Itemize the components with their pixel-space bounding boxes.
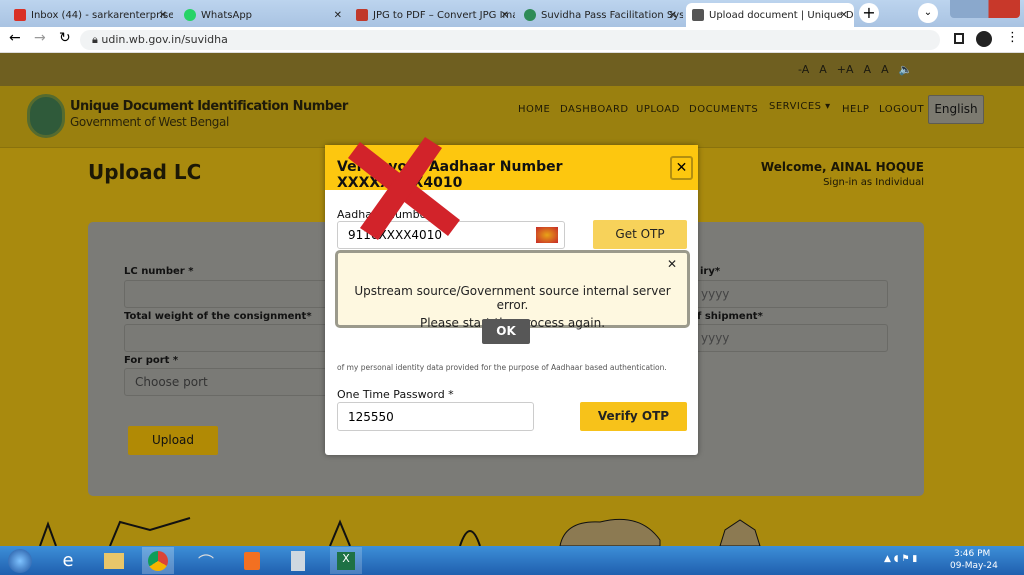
windows-taskbar: e ⌒ X ▲ ◖ ⚑ ▮ 3:46 PM 09-May-24	[0, 546, 1024, 575]
contrast-button-2[interactable]: A	[881, 63, 889, 76]
suvidha-icon	[524, 9, 536, 21]
tab-search-button[interactable]: ⌄	[918, 3, 938, 23]
port-select[interactable]: Choose port	[124, 368, 334, 396]
close-tab-icon[interactable]: ✕	[501, 10, 509, 21]
site-header: Unique Document Identification Number Go…	[0, 86, 1024, 148]
close-tab-icon[interactable]: ✕	[669, 10, 677, 21]
nav-upload[interactable]: UPLOAD	[636, 104, 680, 115]
clock-date[interactable]: 09-May-24	[950, 561, 998, 571]
site-title[interactable]: Unique Document Identification Number	[70, 99, 348, 114]
file-explorer-icon[interactable]	[98, 547, 130, 574]
side-panel-icon[interactable]	[954, 33, 964, 44]
excel-icon[interactable]: X	[330, 547, 362, 574]
lc-number-label: LC number *	[124, 266, 194, 277]
red-cross-mark	[348, 137, 460, 240]
upload-button[interactable]: Upload	[128, 426, 218, 455]
port-label: For port *	[124, 355, 179, 366]
verify-otp-button[interactable]: Verify OTP	[580, 402, 687, 431]
ok-button[interactable]: OK	[482, 319, 530, 344]
lc-number-input[interactable]	[124, 280, 334, 308]
udin-icon	[692, 9, 704, 21]
nav-logout[interactable]: LOGOUT	[879, 104, 924, 115]
calculator-icon[interactable]	[282, 547, 314, 574]
accessibility-bar: -A A +A A A 🔈	[0, 53, 1024, 86]
nav-help[interactable]: HELP	[842, 104, 869, 115]
close-tab-icon[interactable]: ✕	[334, 10, 342, 21]
window-controls[interactable]	[950, 0, 1020, 18]
url-field[interactable]: 🔒︎ udin.wb.gov.in/suvidha	[80, 30, 940, 50]
tab-gmail[interactable]: Inbox (44) - sarkarenterprise.n ✕	[8, 3, 173, 27]
tray-icons[interactable]: ▲ ◖ ⚑ ▮	[884, 554, 917, 564]
modal-close-button[interactable]: ✕	[670, 156, 693, 180]
nav-documents[interactable]: DOCUMENTS	[689, 104, 758, 115]
tab-jpg-to-pdf[interactable]: JPG to PDF – Convert JPG Imag ✕	[350, 3, 515, 27]
media-player-icon[interactable]	[236, 547, 268, 574]
error-message-line1: Upstream source/Government source intern…	[354, 284, 671, 312]
menu-icon[interactable]: ⋮	[1006, 30, 1019, 45]
start-button[interactable]	[4, 547, 36, 574]
nav-home[interactable]: HOME	[518, 104, 550, 115]
language-button[interactable]: English	[928, 95, 984, 124]
pdf-icon	[356, 9, 368, 21]
get-otp-button[interactable]: Get OTP	[593, 220, 687, 249]
clock-time[interactable]: 3:46 PM	[954, 549, 990, 559]
nav-services[interactable]: SERVICES ▾	[769, 101, 831, 112]
signin-type: Sign-in as Individual	[823, 177, 924, 188]
page-title: Upload LC	[88, 160, 202, 184]
expiry-label: iry*	[700, 266, 721, 277]
back-icon[interactable]: ←	[9, 30, 21, 46]
profile-avatar[interactable]	[976, 31, 992, 47]
otp-input[interactable]: 125550	[337, 402, 534, 431]
tab-suvidha[interactable]: Suvidha Pass Facilitation Syste ✕	[518, 3, 683, 27]
normal-font-button[interactable]: A	[819, 63, 827, 76]
increase-font-button[interactable]: +A	[837, 63, 854, 76]
welcome-text: Welcome, AINAL HOQUE	[760, 160, 924, 174]
forward-icon[interactable]: →	[34, 30, 46, 46]
aadhaar-logo-icon	[536, 227, 558, 243]
reload-icon[interactable]: ↻	[59, 30, 71, 46]
nav-dashboard[interactable]: DASHBOARD	[560, 104, 629, 115]
tab-bar: Inbox (44) - sarkarenterprise.n ✕ WhatsAp…	[0, 0, 1024, 27]
expiry-date-input[interactable]: yyyy	[690, 280, 888, 308]
close-tab-icon[interactable]: ✕	[840, 10, 848, 21]
new-tab-button[interactable]: +	[859, 3, 879, 23]
tab-upload-document[interactable]: Upload document | Unique Do ✕	[686, 3, 854, 27]
shipment-label: f shipment*	[697, 311, 763, 322]
app-icon[interactable]: ⌒	[190, 547, 222, 574]
close-tab-icon[interactable]: ✕	[159, 10, 167, 21]
lock-icon: 🔒︎	[92, 33, 102, 46]
west-bengal-emblem	[27, 94, 65, 138]
shipment-date-input[interactable]: yyyy	[690, 324, 888, 352]
whatsapp-icon	[184, 9, 196, 21]
internet-explorer-icon[interactable]: e	[52, 547, 84, 574]
speaker-icon[interactable]: 🔈	[899, 63, 913, 76]
contrast-button[interactable]: A	[864, 63, 872, 76]
weight-label: Total weight of the consignment*	[124, 311, 312, 322]
tab-whatsapp[interactable]: WhatsApp ✕	[178, 3, 348, 27]
error-alert: ✕ Upstream source/Government source inte…	[335, 250, 690, 344]
chrome-icon[interactable]	[142, 547, 174, 574]
otp-label: One Time Password *	[337, 388, 454, 401]
site-subtitle: Government of West Bengal	[70, 115, 229, 129]
alert-close-icon[interactable]: ✕	[667, 257, 677, 271]
footer-illustration	[39, 517, 761, 546]
consent-text: of my personal identity data provided fo…	[337, 363, 667, 372]
weight-input[interactable]	[124, 324, 334, 352]
decrease-font-button[interactable]: -A	[798, 63, 809, 76]
gmail-icon	[14, 9, 26, 21]
